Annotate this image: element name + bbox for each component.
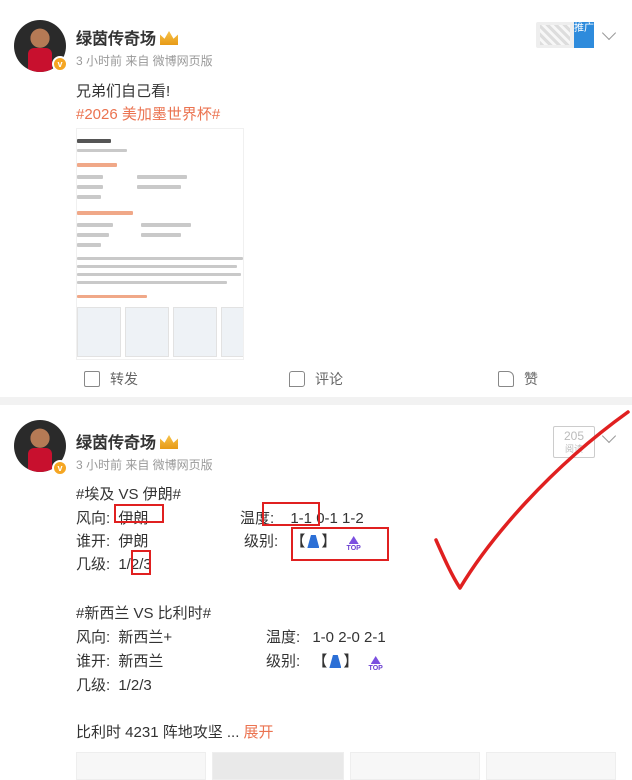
annotation-box-grade	[131, 550, 151, 575]
crown-icon	[160, 31, 179, 45]
post-meta: 3 小时前 来自 微博网页版	[76, 458, 213, 472]
comment-button[interactable]: 评论	[289, 369, 343, 389]
match2-hashtag[interactable]: #新西兰 VS 比利时#	[76, 602, 211, 623]
match2-wind: 风向: 新西兰+	[76, 629, 173, 646]
promo-tag: 推广	[574, 22, 594, 48]
like-icon	[498, 371, 514, 387]
verified-icon: v	[52, 460, 68, 476]
match2-temp: 温度: 1-0 2-0 2-1	[266, 629, 386, 646]
post-summary: 比利时 4231 阵地攻坚 ... 展开	[76, 724, 274, 741]
top-icon: TOP	[369, 656, 383, 672]
match2-grade: 几级: 1/2/3	[76, 677, 152, 694]
annotation-box-wind	[114, 504, 164, 523]
match1-hashtag[interactable]: #埃及 VS 伊朗#	[76, 483, 181, 504]
post-image[interactable]	[76, 128, 244, 360]
post-meta: 3 小时前 来自 微博网页版	[76, 54, 213, 68]
author-name[interactable]: 绿茵传奇场	[76, 25, 179, 49]
crown-icon	[160, 435, 179, 449]
post-image[interactable]	[350, 752, 480, 780]
post-image[interactable]	[486, 752, 616, 780]
checkmark-annotation	[434, 410, 630, 590]
promo-image	[540, 25, 570, 45]
verified-icon: v	[52, 56, 68, 72]
like-button[interactable]: 赞	[498, 369, 538, 389]
post-card-1: v 绿茵传奇场 3 小时前 来自 微博网页版 推广 兄弟们自己看! #2026 …	[0, 0, 632, 397]
match1-open: 谁开: 伊朗	[76, 533, 149, 550]
post-body: 兄弟们自己看!	[76, 83, 171, 100]
post-image[interactable]	[76, 752, 206, 780]
expand-link[interactable]: 展开	[244, 724, 274, 741]
match2-open: 谁开: 新西兰	[76, 653, 164, 670]
forward-icon	[84, 371, 100, 387]
annotation-box-temp	[262, 502, 320, 526]
forward-button[interactable]: 转发	[84, 369, 138, 389]
chevron-down-icon[interactable]	[601, 25, 617, 41]
level-icon	[329, 655, 342, 668]
match2-level: 级别: 【】 TOP	[266, 653, 383, 672]
promo-badge[interactable]: 推广	[536, 22, 594, 48]
post-image[interactable]	[212, 752, 344, 780]
post-actions: 转发 评论 赞	[0, 364, 632, 394]
annotation-box-level	[291, 527, 389, 561]
comment-icon	[289, 371, 305, 387]
hashtag-link[interactable]: #2026 美加墨世界杯#	[76, 103, 220, 124]
author-name[interactable]: 绿茵传奇场	[76, 429, 179, 453]
